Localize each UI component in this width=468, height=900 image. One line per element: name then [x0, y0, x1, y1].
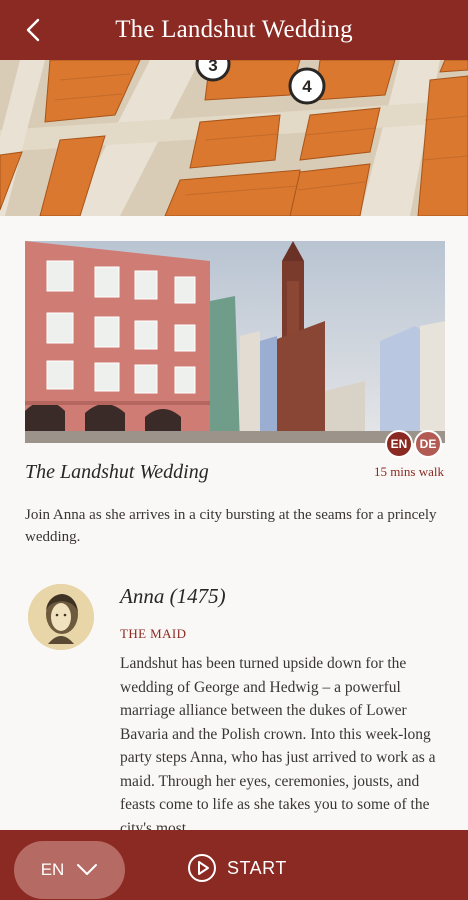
svg-text:3: 3	[208, 60, 217, 75]
character-avatar	[28, 584, 94, 650]
walk-detail: EN DE The Landshut Wedding 15 mins walk …	[0, 216, 468, 830]
back-button[interactable]	[18, 14, 48, 46]
app-bar: The Landshut Wedding	[0, 0, 468, 60]
walk-photo	[25, 241, 445, 443]
svg-text:4: 4	[302, 77, 312, 96]
language-selector-value: EN	[40, 860, 65, 879]
route-map[interactable]: 3 4	[0, 60, 468, 216]
map-illustration: 3 4	[0, 60, 468, 216]
map-marker-4[interactable]: 4	[288, 67, 326, 105]
language-badge-en: EN	[385, 430, 413, 458]
map-marker-3[interactable]: 3	[195, 60, 231, 82]
walk-duration: 15 mins walk	[373, 464, 444, 479]
bottom-bar: EN START	[0, 830, 468, 900]
chevron-left-icon	[26, 18, 40, 42]
character-name: Anna (1475)	[120, 584, 226, 608]
walk-description: Join Anna as she arrives in a city burst…	[25, 507, 437, 545]
page-title: The Landshut Wedding	[115, 16, 353, 43]
start-label: START	[227, 857, 287, 878]
play-icon	[188, 854, 216, 882]
character-role: THE MAID	[120, 626, 187, 641]
language-selector[interactable]: EN	[14, 841, 125, 899]
start-button[interactable]: START	[187, 852, 287, 884]
chevron-down-icon	[77, 864, 98, 875]
character-bio: Landshut has been turned upside down for…	[120, 655, 436, 830]
language-badge-de: DE	[414, 430, 442, 458]
walk-title: The Landshut Wedding	[25, 461, 209, 483]
